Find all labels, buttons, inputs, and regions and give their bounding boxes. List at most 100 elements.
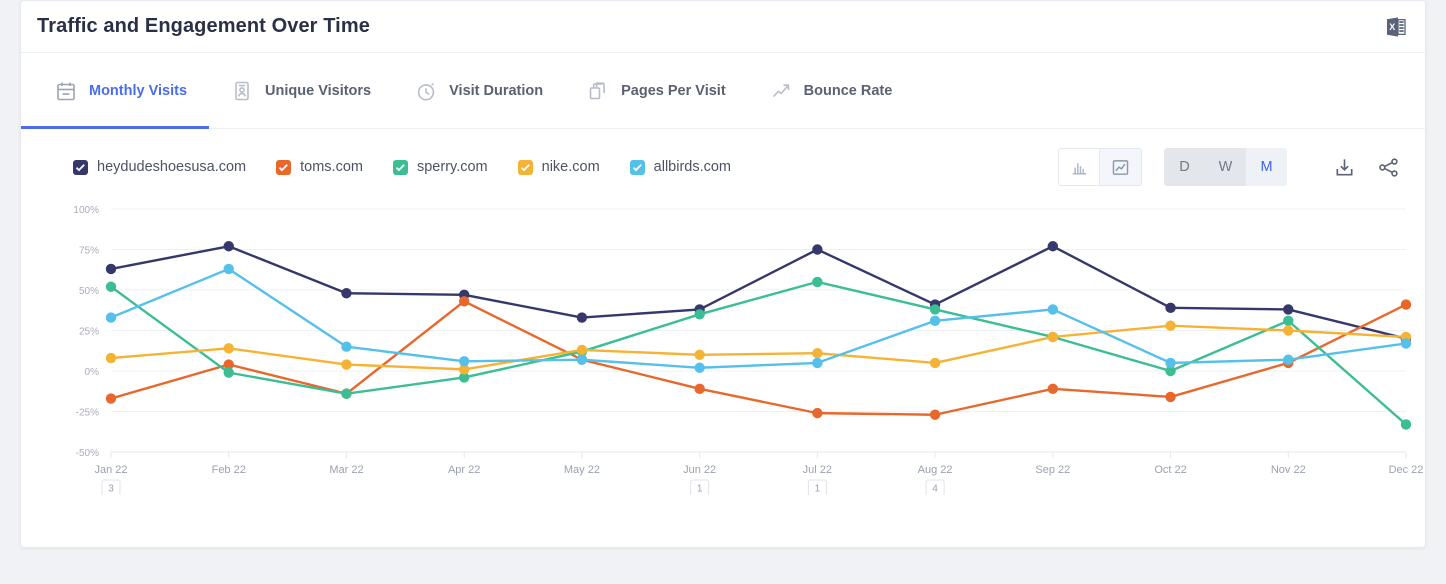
granularity-month-button[interactable]: M xyxy=(1246,148,1287,186)
tab-visit-duration[interactable]: Visit Duration xyxy=(415,53,543,128)
series-point[interactable] xyxy=(930,358,940,368)
y-axis-tick-label: 0% xyxy=(85,367,100,378)
x-axis-event-badge[interactable]: 1 xyxy=(808,480,826,495)
y-axis-tick-label: 100% xyxy=(73,205,99,216)
series-point[interactable] xyxy=(1283,316,1293,326)
x-axis-tick-label: Nov 22 xyxy=(1271,464,1306,476)
series-point[interactable] xyxy=(106,282,116,292)
series-point[interactable] xyxy=(459,296,469,306)
series-point[interactable] xyxy=(224,367,234,377)
series-point[interactable] xyxy=(1401,338,1411,348)
series-point[interactable] xyxy=(930,410,940,420)
series-point[interactable] xyxy=(930,304,940,314)
chart-type-toggle xyxy=(1058,148,1142,186)
legend-checkbox[interactable] xyxy=(630,160,645,175)
stopwatch-icon xyxy=(415,80,437,102)
traffic-engagement-card: Traffic and Engagement Over Time X xyxy=(20,0,1426,548)
series-point[interactable] xyxy=(577,345,587,355)
series-point[interactable] xyxy=(106,393,116,403)
series-point[interactable] xyxy=(694,309,704,319)
y-axis-tick-label: -25% xyxy=(76,408,99,419)
x-axis-tick-label: Oct 22 xyxy=(1154,464,1186,476)
series-point[interactable] xyxy=(459,356,469,366)
x-axis-tick-label: Jun 22 xyxy=(683,464,716,476)
series-point[interactable] xyxy=(341,388,351,398)
legend-item-toms[interactable]: toms.com xyxy=(276,159,363,175)
series-point[interactable] xyxy=(1165,358,1175,368)
series-point[interactable] xyxy=(106,312,116,322)
legend-item-allbirds[interactable]: allbirds.com xyxy=(630,159,731,175)
legend-item-heydudeshoesusa[interactable]: heydudeshoesusa.com xyxy=(73,159,246,175)
series-point[interactable] xyxy=(341,342,351,352)
series-point[interactable] xyxy=(1283,325,1293,335)
x-axis-event-badge[interactable]: 3 xyxy=(102,480,120,495)
granularity-toggle: D W M xyxy=(1164,148,1287,186)
bar-chart-button[interactable] xyxy=(1059,149,1100,185)
series-point[interactable] xyxy=(224,264,234,274)
series-point[interactable] xyxy=(812,348,822,358)
series-point[interactable] xyxy=(1048,332,1058,342)
series-point[interactable] xyxy=(694,350,704,360)
series-point[interactable] xyxy=(1283,354,1293,364)
series-point[interactable] xyxy=(577,354,587,364)
series-point[interactable] xyxy=(1165,392,1175,402)
x-axis-tick-label: Jul 22 xyxy=(803,464,832,476)
legend-item-sperry[interactable]: sperry.com xyxy=(393,159,488,175)
line-chart[interactable]: -50%-25%0%25%50%75%100%Jan 223Feb 22Mar … xyxy=(21,195,1425,495)
legend-checkbox[interactable] xyxy=(393,160,408,175)
legend-checkbox[interactable] xyxy=(518,160,533,175)
tab-unique-visitors[interactable]: Unique Visitors xyxy=(231,53,371,128)
legend-checkbox[interactable] xyxy=(276,160,291,175)
badge-value: 1 xyxy=(697,484,703,495)
series-point[interactable] xyxy=(577,312,587,322)
series-point[interactable] xyxy=(224,241,234,251)
line-chart-icon xyxy=(1111,158,1130,177)
granularity-week-button[interactable]: W xyxy=(1205,148,1246,186)
series-point[interactable] xyxy=(1165,303,1175,313)
x-axis-tick-label: Apr 22 xyxy=(448,464,480,476)
series-point[interactable] xyxy=(694,384,704,394)
series-point[interactable] xyxy=(341,288,351,298)
series-point[interactable] xyxy=(341,359,351,369)
badge-value: 4 xyxy=(932,484,938,495)
legend-checkbox[interactable] xyxy=(73,160,88,175)
series-point[interactable] xyxy=(1165,320,1175,330)
line-chart-button[interactable] xyxy=(1100,149,1141,185)
chart-container: -50%-25%0%25%50%75%100%Jan 223Feb 22Mar … xyxy=(21,195,1425,495)
series-point[interactable] xyxy=(812,358,822,368)
series-point[interactable] xyxy=(812,244,822,254)
series-point[interactable] xyxy=(1401,299,1411,309)
series-point[interactable] xyxy=(106,264,116,274)
series-point[interactable] xyxy=(1048,304,1058,314)
excel-export-icon[interactable]: X xyxy=(1385,16,1407,38)
series-point[interactable] xyxy=(1401,419,1411,429)
x-axis-event-badge[interactable]: 4 xyxy=(926,480,944,495)
download-button[interactable] xyxy=(1331,154,1357,180)
series-point[interactable] xyxy=(812,277,822,287)
tab-pages-per-visit[interactable]: Pages Per Visit xyxy=(587,53,726,128)
series-point[interactable] xyxy=(1048,241,1058,251)
x-axis-tick-label: Aug 22 xyxy=(918,464,953,476)
x-axis-tick-label: Dec 22 xyxy=(1389,464,1424,476)
series-point[interactable] xyxy=(812,408,822,418)
series-point[interactable] xyxy=(930,316,940,326)
tab-bar: Monthly Visits Unique Visitors xyxy=(21,53,1425,129)
legend-label: sperry.com xyxy=(417,159,488,175)
legend-label: allbirds.com xyxy=(654,159,731,175)
share-button[interactable] xyxy=(1375,154,1401,180)
granularity-day-button[interactable]: D xyxy=(1164,148,1205,186)
series-point[interactable] xyxy=(106,353,116,363)
series-point[interactable] xyxy=(694,363,704,373)
series-point[interactable] xyxy=(1048,384,1058,394)
tab-bounce-rate[interactable]: Bounce Rate xyxy=(770,53,893,128)
series-line xyxy=(111,246,1406,338)
legend-item-nike[interactable]: nike.com xyxy=(518,159,600,175)
x-axis-event-badge[interactable]: 1 xyxy=(691,480,709,495)
series-point[interactable] xyxy=(1283,304,1293,314)
tab-monthly-visits[interactable]: Monthly Visits xyxy=(55,53,187,128)
tab-label: Unique Visitors xyxy=(265,83,371,99)
series-point[interactable] xyxy=(224,343,234,353)
tab-label: Pages Per Visit xyxy=(621,83,726,99)
card-header: Traffic and Engagement Over Time X xyxy=(21,1,1425,53)
badge-value: 1 xyxy=(815,484,821,495)
